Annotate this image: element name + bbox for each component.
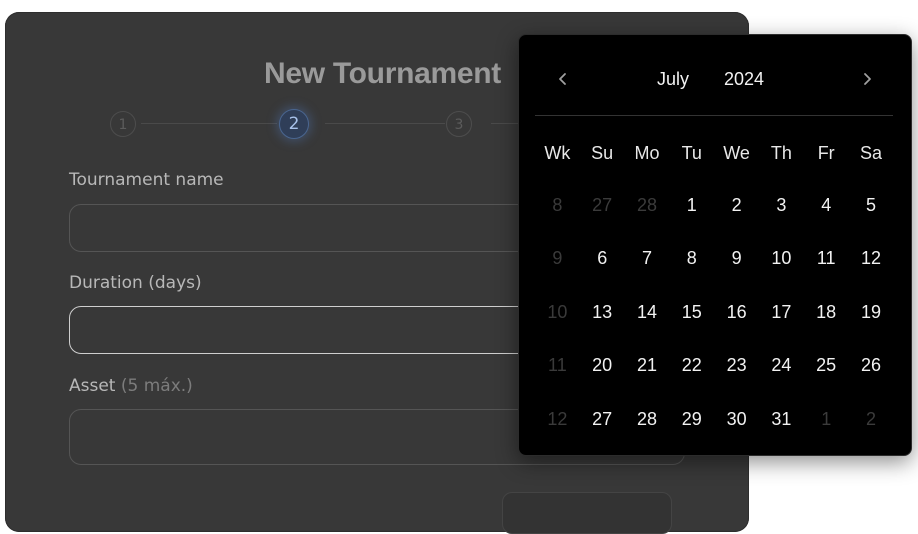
asset-label: Asset (5 máx.)	[69, 376, 193, 396]
chevron-left-icon[interactable]	[551, 67, 575, 91]
date-picker-popover: July 2024 Wk Su Mo Tu We Th Fr Sa 8 27 28 1…	[518, 34, 912, 456]
week-number: 10	[547, 301, 568, 322]
calendar-day[interactable]: 10	[759, 248, 804, 269]
step-1[interactable]: 1	[110, 111, 136, 137]
calendar-day[interactable]: 4	[804, 195, 849, 216]
tournament-name-label: Tournament name	[69, 170, 224, 190]
calendar-day[interactable]: 27	[580, 409, 625, 430]
calendar-week-row: 11 20 21 22 23 24 25 26	[535, 339, 903, 392]
week-number: 8	[552, 195, 563, 215]
asset-hint: (5 máx.)	[120, 376, 193, 396]
week-number-header: Wk	[544, 143, 571, 163]
weekday-header: Su	[591, 143, 614, 163]
calendar-day[interactable]: 14	[625, 302, 670, 323]
calendar-week-row: 8 27 28 1 2 3 4 5	[535, 179, 903, 232]
calendar-day[interactable]: 2	[714, 195, 759, 216]
weekday-header: Sa	[859, 143, 882, 163]
calendar-day[interactable]: 22	[669, 355, 714, 376]
calendar-day[interactable]: 12	[849, 248, 894, 269]
weekday-header-row: Wk Su Mo Tu We Th Fr Sa	[535, 143, 903, 179]
calendar-day[interactable]: 28	[625, 409, 670, 430]
calendar-week-row: 12 27 28 29 30 31 1 2	[535, 393, 903, 446]
next-button[interactable]	[502, 492, 672, 534]
calendar-day[interactable]: 13	[580, 302, 625, 323]
calendar-day[interactable]: 17	[759, 302, 804, 323]
calendar-day[interactable]: 23	[714, 355, 759, 376]
stepper-connector	[141, 123, 277, 124]
calendar-day[interactable]: 8	[669, 248, 714, 269]
calendar-day[interactable]: 26	[849, 355, 894, 376]
calendar-day-outside-month[interactable]: 1	[804, 409, 849, 430]
calendar-weeks: 8 27 28 1 2 3 4 5 9 6 7 8 9 10 11 12 10 13 14 15 16 17 18 19 11 2…	[535, 179, 903, 446]
week-number: 9	[552, 248, 563, 269]
date-picker-header: July 2024	[519, 59, 911, 99]
duration-label: Duration (days)	[69, 273, 202, 293]
calendar-day[interactable]: 25	[804, 355, 849, 376]
calendar-day[interactable]: 24	[759, 355, 804, 376]
month-label[interactable]: July	[657, 69, 689, 90]
step-2[interactable]: 2	[279, 109, 309, 139]
calendar-day[interactable]: 5	[849, 195, 894, 216]
stepper-connector	[325, 123, 445, 124]
calendar-day[interactable]: 20	[580, 355, 625, 376]
weekday-header: Mo	[634, 143, 660, 163]
calendar-day-outside-month[interactable]: 2	[849, 409, 894, 430]
calendar-day[interactable]: 31	[759, 409, 804, 430]
calendar-day[interactable]: 9	[714, 248, 759, 269]
calendar-day[interactable]: 19	[849, 302, 894, 323]
calendar-day[interactable]: 21	[625, 355, 670, 376]
calendar-day[interactable]: 15	[669, 302, 714, 323]
calendar-day[interactable]: 1	[669, 195, 714, 216]
calendar-day-outside-month[interactable]: 28	[625, 195, 670, 216]
calendar-day[interactable]: 16	[714, 302, 759, 323]
calendar-day[interactable]: 30	[714, 409, 759, 430]
calendar-week-row: 10 13 14 15 16 17 18 19	[535, 286, 903, 339]
calendar-day[interactable]: 6	[580, 248, 625, 269]
weekday-header: Fr	[817, 143, 835, 163]
calendar-day[interactable]: 11	[804, 248, 849, 269]
weekday-header: Th	[770, 143, 792, 163]
calendar-day[interactable]: 7	[625, 248, 670, 269]
calendar-week-row: 9 6 7 8 9 10 11 12	[535, 232, 903, 285]
weekday-header: Tu	[681, 143, 702, 163]
date-picker-divider	[535, 115, 893, 116]
year-label[interactable]: 2024	[724, 69, 764, 90]
weekday-header: We	[723, 143, 750, 163]
step-3[interactable]: 3	[446, 111, 472, 137]
calendar-day[interactable]: 3	[759, 195, 804, 216]
calendar-day[interactable]: 18	[804, 302, 849, 323]
calendar-day-outside-month[interactable]: 27	[580, 195, 625, 216]
calendar-day[interactable]: 29	[669, 409, 714, 430]
chevron-right-icon[interactable]	[855, 67, 879, 91]
week-number: 12	[547, 408, 568, 429]
week-number: 11	[548, 355, 567, 376]
calendar-grid: Wk Su Mo Tu We Th Fr Sa 8 27 28 1 2 3 4 5 9 6 7 8 9 1…	[535, 143, 903, 446]
